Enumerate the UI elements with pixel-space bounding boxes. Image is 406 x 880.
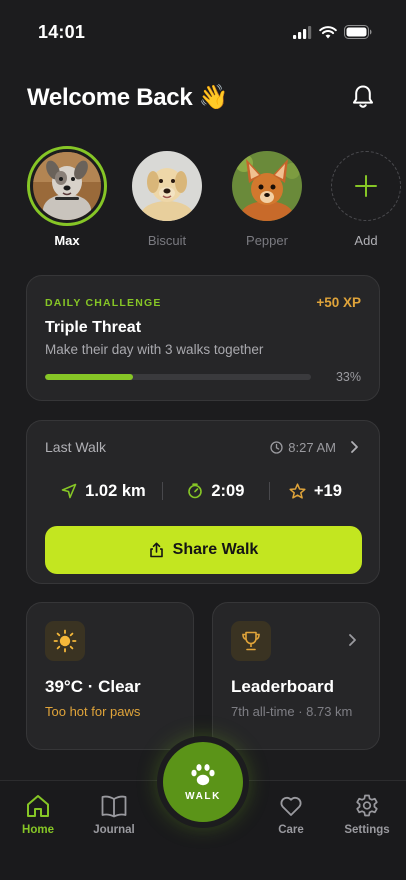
pet-avatar-ring	[227, 146, 307, 226]
tab-care[interactable]: Care	[256, 793, 326, 836]
home-icon	[27, 795, 49, 817]
tab-home[interactable]: Home	[3, 793, 73, 836]
pet-max[interactable]: Max	[27, 146, 107, 248]
tab-home-label: Home	[22, 824, 54, 836]
clock-icon	[270, 440, 283, 454]
star-icon	[289, 482, 306, 499]
add-pet-ring	[331, 151, 401, 221]
share-icon	[149, 542, 163, 558]
book-icon	[101, 795, 127, 818]
stat-duration: 2:09	[163, 482, 269, 501]
leaderboard-title: Leaderboard	[231, 677, 334, 696]
walk-stats: 1.02 km 2:09 +19	[45, 475, 361, 507]
heart-icon	[280, 796, 302, 816]
last-walk-time-text: 8:27 AM	[288, 439, 336, 455]
pet-photo-max	[33, 152, 101, 220]
status-bar: 14:01	[0, 0, 406, 64]
pet-pepper[interactable]: Pepper	[227, 146, 307, 248]
pet-name: Pepper	[246, 233, 288, 248]
challenge-progress-fill	[45, 374, 133, 380]
stat-distance: 1.02 km	[45, 482, 162, 501]
stat-duration-value: 2:09	[211, 481, 245, 500]
add-pet-label: Add	[354, 233, 378, 248]
status-icons	[293, 25, 372, 39]
share-walk-button[interactable]: Share Walk	[45, 526, 362, 574]
battery-icon	[344, 25, 372, 39]
challenge-progress-bar	[45, 374, 311, 380]
chevron-right-icon[interactable]	[347, 440, 361, 454]
add-pet-button[interactable]: Add	[326, 146, 406, 248]
leaderboard-card[interactable]: Leaderboard 7th all-time · 8.73 km	[212, 602, 380, 750]
stat-points-value: +19	[313, 481, 342, 500]
stat-points: +19	[270, 482, 361, 501]
pet-photo-biscuit	[132, 151, 202, 221]
status-time: 14:01	[38, 21, 86, 42]
daily-challenge-card[interactable]: DAILY CHALLENGE +50 XP Triple Threat Mak…	[26, 275, 380, 401]
tab-journal[interactable]: Journal	[79, 793, 149, 836]
pet-photo-pepper	[232, 151, 302, 221]
pet-name: Max	[54, 233, 80, 248]
leaderboard-subtitle: 7th all-time · 8.73 km	[231, 704, 353, 719]
challenge-label: DAILY CHALLENGE	[45, 296, 162, 309]
last-walk-card[interactable]: Last Walk 8:27 AM 1.02 km 2:09 +19 Share…	[26, 420, 380, 584]
start-walk-button[interactable]: WALK	[163, 742, 243, 822]
header: Welcome Back 👋	[27, 78, 378, 116]
challenge-xp: +50 XP	[316, 295, 361, 310]
timer-icon	[188, 483, 203, 499]
start-walk-label: WALK	[185, 790, 221, 802]
weather-subtitle: Too hot for paws	[45, 704, 141, 719]
location-arrow-icon	[61, 483, 77, 499]
pet-avatar-ring	[27, 146, 107, 226]
stat-distance-value: 1.02 km	[85, 481, 146, 500]
gear-icon	[356, 794, 378, 817]
wifi-icon	[319, 25, 337, 38]
trophy-icon	[242, 631, 260, 651]
leaderboard-icon-tile	[231, 621, 271, 661]
chevron-right-icon[interactable]	[345, 633, 359, 647]
pet-selector: Max Biscuit Pepper Add	[27, 146, 406, 256]
last-walk-time: 8:27 AM	[270, 440, 361, 455]
challenge-description: Make their day with 3 walks together	[45, 342, 264, 357]
tab-journal-label: Journal	[93, 824, 135, 836]
pet-avatar-ring	[127, 146, 207, 226]
share-walk-label: Share Walk	[172, 541, 259, 558]
weather-title: 39°C · Clear	[45, 677, 141, 696]
pet-name: Biscuit	[147, 233, 187, 248]
sun-icon	[53, 629, 77, 653]
last-walk-title: Last Walk	[45, 439, 106, 455]
challenge-progress-percent: 33%	[335, 370, 361, 384]
welcome-title: Welcome Back 👋	[27, 83, 229, 111]
pet-biscuit[interactable]: Biscuit	[127, 146, 207, 248]
tab-settings-label: Settings	[344, 824, 390, 836]
notifications-button[interactable]	[348, 82, 378, 112]
plus-icon	[355, 175, 377, 197]
weather-icon-tile	[45, 621, 85, 661]
tab-settings[interactable]: Settings	[332, 793, 402, 836]
weather-card[interactable]: 39°C · Clear Too hot for paws	[26, 602, 194, 750]
signal-icon	[293, 25, 312, 39]
paw-icon	[191, 763, 215, 785]
bell-icon	[353, 85, 373, 108]
challenge-title: Triple Threat	[45, 319, 142, 336]
tab-care-label: Care	[278, 824, 304, 836]
